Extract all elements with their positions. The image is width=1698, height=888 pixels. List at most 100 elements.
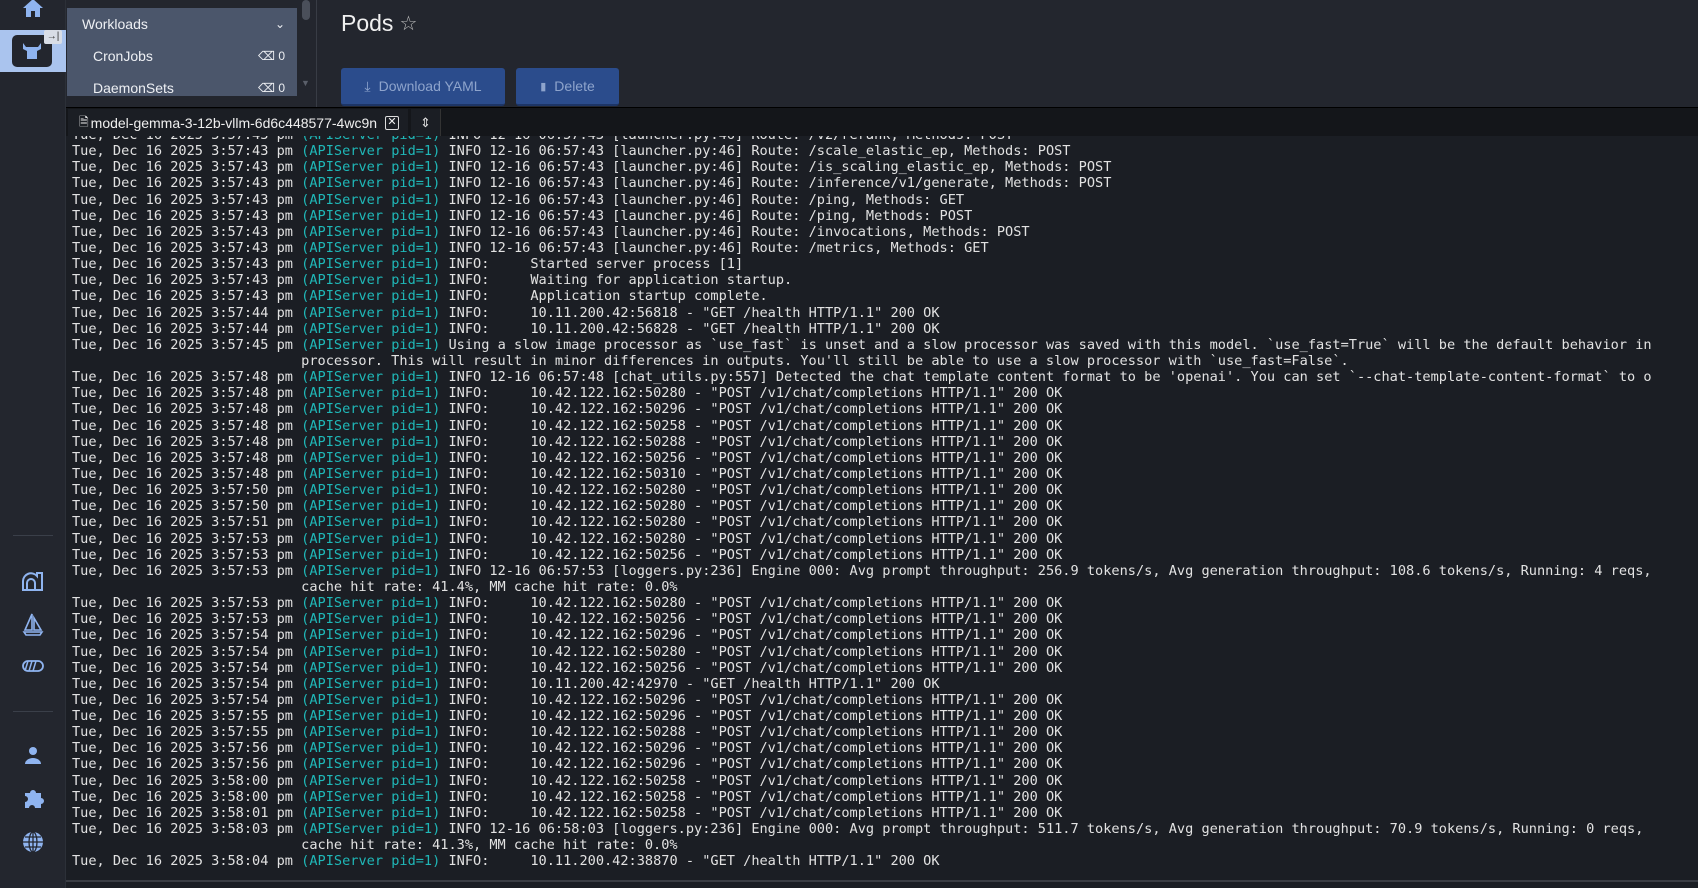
log-message: INFO 12-16 06:57:48 [chat_utils.py:557] … [448, 369, 1652, 386]
log-source: (APIServer pid=1) [301, 256, 441, 273]
log-message: INFO: Waiting for application startup. [448, 272, 793, 289]
log-source: (APIServer pid=1) [301, 223, 441, 240]
log-timestamp: Tue, Dec 16 2025 3:57:43 pm [72, 143, 293, 160]
expand-dock-button[interactable]: ⇕ [411, 109, 441, 137]
log-line: Tue, Dec 16 2025 3:57:43 pm (APIServer p… [72, 288, 1652, 304]
tab-pod-logs[interactable]: 🗎 model-gemma-3-12b-vllm-6d6c448577-4wc9n… [68, 109, 408, 137]
download-yaml-button[interactable]: ⤓ Download YAML [341, 68, 505, 106]
home-icon[interactable] [19, 0, 47, 22]
log-message: INFO 12-16 06:57:43 [launcher.py:46] Rou… [448, 175, 1112, 192]
log-timestamp: Tue, Dec 16 2025 3:57:43 pm [72, 256, 293, 273]
log-timestamp: Tue, Dec 16 2025 3:57:48 pm [72, 417, 293, 434]
log-source: (APIServer pid=1) [301, 320, 441, 337]
log-message: cache hit rate: 41.4%, MM cache hit rate… [301, 578, 678, 595]
log-message: INFO: 10.42.122.162:50296 - "POST /v1/ch… [448, 756, 1063, 773]
log-message: INFO: 10.42.122.162:50256 - "POST /v1/ch… [448, 449, 1063, 466]
log-line: Tue, Dec 16 2025 3:57:43 pm (APIServer p… [72, 240, 1652, 256]
log-timestamp: Tue, Dec 16 2025 3:57:44 pm [72, 320, 293, 337]
log-timestamp: Tue, Dec 16 2025 3:57:56 pm [72, 740, 293, 757]
log-message: INFO: 10.42.122.162:50296 - "POST /v1/ch… [448, 401, 1063, 418]
log-message: INFO: 10.42.122.162:50256 - "POST /v1/ch… [448, 546, 1063, 563]
log-line: Tue, Dec 16 2025 3:57:53 pm (APIServer p… [72, 563, 1652, 579]
log-message: INFO: 10.42.122.162:50280 - "POST /v1/ch… [448, 385, 1063, 402]
nav-item-label: DaemonSets [93, 80, 174, 96]
log-line: Tue, Dec 16 2025 3:58:00 pm (APIServer p… [72, 789, 1652, 805]
log-source: (APIServer pid=1) [301, 143, 441, 160]
log-timestamp: Tue, Dec 16 2025 3:57:53 pm [72, 546, 293, 563]
log-line-continuation: cache hit rate: 41.4%, MM cache hit rate… [72, 579, 1652, 595]
nav-item-cronjobs[interactable]: CronJobs ⌫ 0 [67, 40, 297, 72]
resource-count-icon: ⌫ [258, 81, 275, 95]
log-line: Tue, Dec 16 2025 3:57:48 pm (APIServer p… [72, 466, 1652, 482]
log-timestamp: Tue, Dec 16 2025 3:57:54 pm [72, 643, 293, 660]
log-message: INFO: 10.42.122.162:50296 - "POST /v1/ch… [448, 627, 1063, 644]
nav-section-workloads[interactable]: Workloads ⌄ [67, 8, 297, 40]
log-message: INFO 12-16 06:57:43 [launcher.py:46] Rou… [448, 207, 973, 224]
nav-scrollbar[interactable]: ▼ [300, 0, 312, 96]
log-timestamp: Tue, Dec 16 2025 3:57:54 pm [72, 627, 293, 644]
extensions-icon[interactable] [19, 784, 47, 812]
log-horizontal-scrollbar[interactable] [66, 880, 1698, 888]
page-title: Pods ☆ [341, 10, 417, 37]
log-source: (APIServer pid=1) [301, 385, 441, 402]
log-source: (APIServer pid=1) [301, 708, 441, 725]
log-timestamp: Tue, Dec 16 2025 3:57:50 pm [72, 482, 293, 499]
log-message: INFO: Application startup complete. [448, 288, 768, 305]
log-line: Tue, Dec 16 2025 3:57:51 pm (APIServer p… [72, 514, 1652, 530]
log-message: INFO: 10.11.200.42:56818 - "GET /health … [448, 304, 940, 321]
close-tab-icon[interactable]: ✕ [385, 116, 400, 130]
log-timestamp: Tue, Dec 16 2025 3:57:44 pm [72, 304, 293, 321]
log-source: (APIServer pid=1) [301, 175, 441, 192]
log-line: Tue, Dec 16 2025 3:57:53 pm (APIServer p… [72, 595, 1652, 611]
log-source: (APIServer pid=1) [301, 691, 441, 708]
log-timestamp: Tue, Dec 16 2025 3:57:48 pm [72, 401, 293, 418]
log-timestamp: Tue, Dec 16 2025 3:57:53 pm [72, 595, 293, 612]
log-viewer[interactable]: Tue, Dec 16 2025 3:57:43 pm (APIServer p… [66, 136, 1698, 880]
log-line: Tue, Dec 16 2025 3:57:43 pm (APIServer p… [72, 256, 1652, 272]
log-line: Tue, Dec 16 2025 3:57:53 pm (APIServer p… [72, 531, 1652, 547]
scroll-down-arrow-icon[interactable]: ▼ [301, 78, 310, 88]
log-line: Tue, Dec 16 2025 3:57:45 pm (APIServer p… [72, 337, 1652, 353]
log-line: Tue, Dec 16 2025 3:57:43 pm (APIServer p… [72, 272, 1652, 288]
nav-item-daemonsets[interactable]: DaemonSets ⌫ 0 [67, 72, 297, 96]
log-message: INFO: 10.42.122.162:50258 - "POST /v1/ch… [448, 772, 1063, 789]
delete-button[interactable]: ▮ Delete [516, 68, 619, 106]
network-icon[interactable] [19, 652, 47, 680]
log-message: INFO: 10.42.122.162:50280 - "POST /v1/ch… [448, 498, 1063, 515]
helm-icon[interactable] [19, 610, 47, 638]
log-message: INFO: 10.11.200.42:42970 - "GET /health … [448, 675, 940, 692]
log-line: Tue, Dec 16 2025 3:57:54 pm (APIServer p… [72, 676, 1652, 692]
log-source: (APIServer pid=1) [301, 159, 441, 176]
log-source: (APIServer pid=1) [301, 756, 441, 773]
log-source: (APIServer pid=1) [301, 369, 441, 386]
log-message: INFO: Started server process [1] [448, 256, 744, 273]
log-source: (APIServer pid=1) [301, 595, 441, 612]
log-timestamp: Tue, Dec 16 2025 3:57:48 pm [72, 465, 293, 482]
log-line: Tue, Dec 16 2025 3:57:54 pm (APIServer p… [72, 660, 1652, 676]
trash-icon: ▮ [540, 80, 547, 93]
panel-divider[interactable] [316, 0, 317, 108]
log-timestamp: Tue, Dec 16 2025 3:58:01 pm [72, 804, 293, 821]
log-message: INFO 12-16 06:57:43 [launcher.py:46] Rou… [448, 239, 989, 256]
user-icon[interactable] [19, 741, 47, 769]
cluster-selected[interactable]: →| [0, 30, 66, 72]
log-message: INFO: 10.11.200.42:56828 - "GET /health … [448, 320, 940, 337]
star-icon[interactable]: ☆ [399, 11, 417, 36]
log-line: Tue, Dec 16 2025 3:57:53 pm (APIServer p… [72, 547, 1652, 563]
globe-icon[interactable] [19, 828, 47, 856]
pin-icon[interactable]: →| [44, 30, 62, 44]
log-line: Tue, Dec 16 2025 3:57:54 pm (APIServer p… [72, 627, 1652, 643]
log-source: (APIServer pid=1) [301, 853, 441, 870]
log-source: (APIServer pid=1) [301, 514, 441, 531]
log-timestamp: Tue, Dec 16 2025 3:58:00 pm [72, 788, 293, 805]
log-line-continuation: processor. This will result in minor dif… [72, 353, 1652, 369]
log-message: INFO: 10.42.122.162:50280 - "POST /v1/ch… [448, 514, 1063, 531]
log-message: processor. This will result in minor dif… [301, 352, 1349, 369]
log-line: Tue, Dec 16 2025 3:57:54 pm (APIServer p… [72, 644, 1652, 660]
nav-section-label: Workloads [82, 16, 148, 32]
log-source: (APIServer pid=1) [301, 675, 441, 692]
log-message: Using a slow image processor as `use_fas… [448, 336, 1652, 353]
rail-divider [13, 535, 53, 536]
cluster-icon[interactable] [19, 567, 47, 595]
log-message: cache hit rate: 41.3%, MM cache hit rate… [301, 837, 678, 854]
